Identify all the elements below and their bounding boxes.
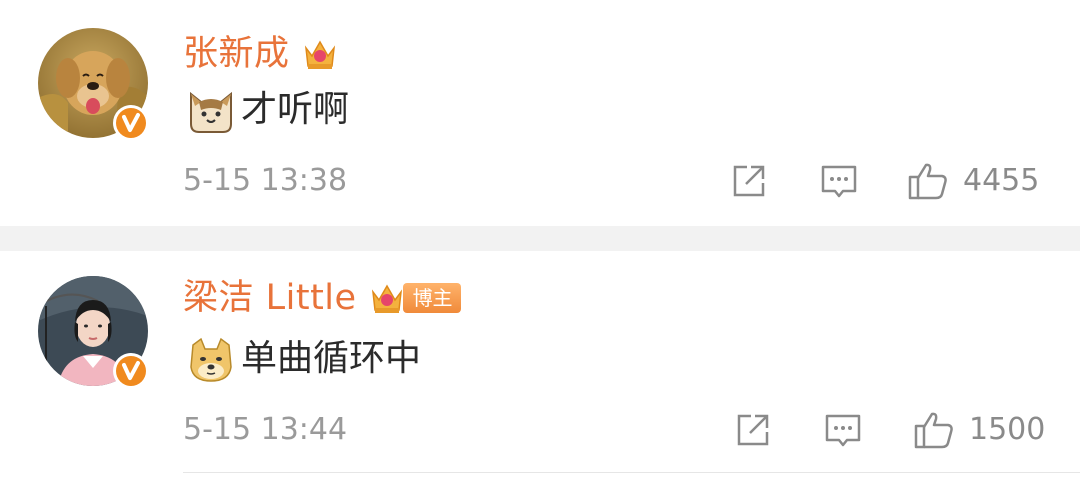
cat-emoji-icon bbox=[190, 91, 232, 133]
timestamp: 5-15 13:44 bbox=[183, 412, 348, 447]
comment-item: 张新成 才听啊 5-15 13:38 4455 bbox=[0, 0, 1080, 226]
username[interactable]: 梁洁 Little bbox=[183, 274, 357, 322]
verified-badge-icon bbox=[113, 353, 149, 389]
share-icon bbox=[737, 414, 769, 446]
share-button[interactable] bbox=[729, 161, 769, 201]
comment-text: 才听啊 bbox=[241, 89, 350, 130]
username-row: 张新成 bbox=[183, 30, 340, 78]
share-icon bbox=[733, 165, 765, 197]
avatar[interactable] bbox=[38, 28, 149, 141]
comment-icon bbox=[821, 165, 857, 198]
username[interactable]: 张新成 bbox=[183, 30, 290, 78]
divider bbox=[0, 226, 1080, 251]
like-count: 1500 bbox=[969, 412, 1046, 447]
like-count: 4455 bbox=[963, 163, 1040, 198]
comment-meta: 5-15 13:38 4455 bbox=[183, 159, 1042, 203]
comment-meta: 5-15 13:44 1500 bbox=[183, 408, 1045, 452]
timestamp: 5-15 13:38 bbox=[183, 163, 348, 198]
comment-icon bbox=[825, 414, 861, 447]
comment-content: 才听啊 bbox=[185, 82, 349, 138]
thumbs-up-icon bbox=[908, 163, 947, 200]
verified-badge-icon bbox=[113, 105, 149, 141]
username-row: 梁洁 Little 博主 bbox=[183, 274, 461, 322]
divider bbox=[183, 472, 1080, 473]
crown-badge-icon bbox=[304, 40, 335, 69]
avatar[interactable] bbox=[38, 276, 149, 389]
reply-button[interactable] bbox=[819, 161, 859, 201]
like-button[interactable]: 1500 bbox=[913, 410, 1045, 450]
like-button[interactable]: 4455 bbox=[907, 161, 1039, 201]
thumbs-up-icon bbox=[914, 412, 953, 449]
doge-emoji-icon bbox=[190, 337, 232, 382]
share-button[interactable] bbox=[733, 410, 773, 450]
comment-text: 单曲循环中 bbox=[241, 338, 422, 379]
comment-feed: 张新成 才听啊 5-15 13:38 4455 梁洁 Little 博主 单曲循… bbox=[0, 0, 1080, 487]
blogger-badge: 博主 bbox=[402, 283, 461, 313]
crown-badge-icon bbox=[371, 284, 402, 313]
comment-content: 单曲循环中 bbox=[185, 331, 421, 387]
reply-button[interactable] bbox=[823, 410, 863, 450]
comment-item: 梁洁 Little 博主 单曲循环中 5-15 13:44 1500 bbox=[0, 251, 1080, 487]
